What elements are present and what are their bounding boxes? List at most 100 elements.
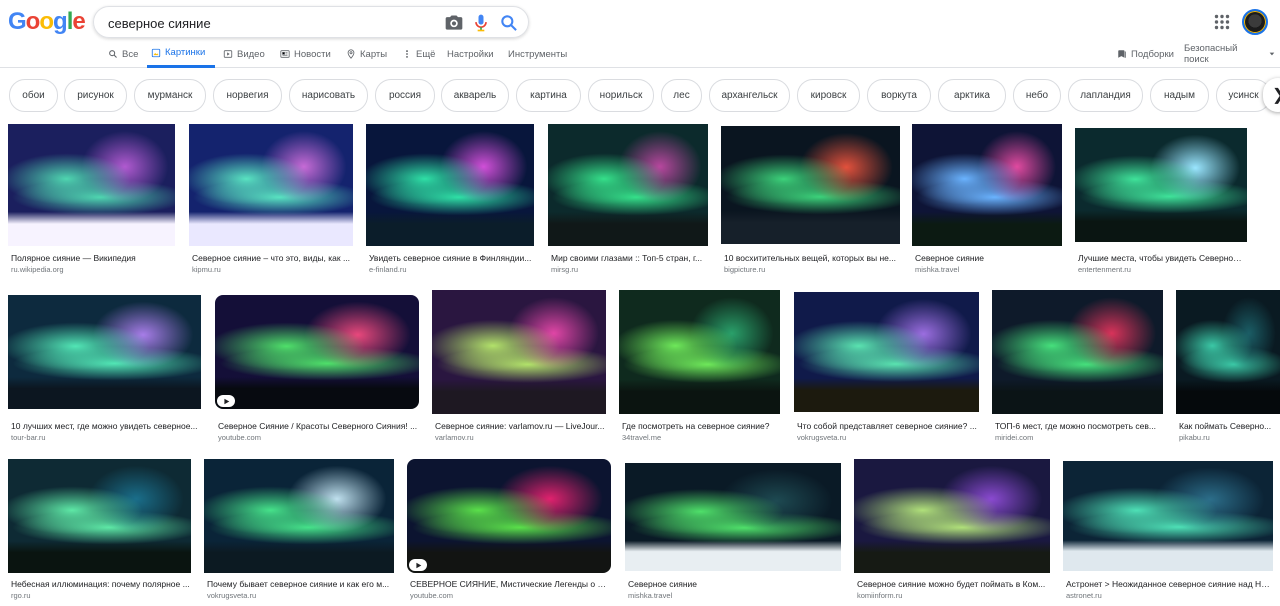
result-source: vokrugsveta.ru	[207, 591, 257, 600]
aurora-thumbnail[interactable]	[912, 124, 1062, 246]
result-title[interactable]: Увидеть северное сияние в Финляндии...	[369, 253, 533, 263]
result-title[interactable]: Небесная иллюминация: почему полярное ..…	[11, 579, 190, 589]
result-title[interactable]: 10 восхитительных вещей, которых вы не..…	[724, 253, 899, 263]
chip-6[interactable]: акварель	[441, 79, 509, 112]
result-title[interactable]: Где посмотреть на северное сияние?	[622, 421, 779, 431]
result-title[interactable]: Северное сияние	[628, 579, 840, 589]
result-title[interactable]: Как поймать Северно...	[1179, 421, 1279, 431]
camera-icon[interactable]	[444, 13, 464, 33]
microphone-icon[interactable]	[471, 13, 491, 33]
result-source: mishka.travel	[915, 265, 960, 274]
result-title[interactable]: Астронет > Неожиданное северное сияние н…	[1066, 579, 1272, 589]
play-icon	[217, 395, 235, 407]
aurora-thumbnail[interactable]	[1075, 128, 1247, 242]
aurora-thumbnail[interactable]	[189, 124, 353, 246]
chip-2[interactable]: мурманск	[134, 79, 206, 112]
tab-tools[interactable]: Инструменты	[504, 40, 571, 68]
tab-maps[interactable]: Карты	[342, 40, 391, 68]
search-tabs: Все Картинки Видео Новости Карты Ещё Нас…	[0, 40, 1280, 68]
search-box	[93, 6, 529, 38]
result-title[interactable]: Мир своими глазами :: Топ-5 стран, г...	[551, 253, 707, 263]
aurora-thumbnail[interactable]	[619, 290, 780, 414]
header: Google Все Картинки Видео Новости Карты	[0, 0, 1280, 68]
chip-14[interactable]: небо	[1013, 79, 1061, 112]
tab-more[interactable]: Ещё	[398, 40, 439, 68]
result-source: e-finland.ru	[369, 265, 407, 274]
result-source: vokrugsveta.ru	[797, 433, 847, 442]
chip-16[interactable]: надым	[1150, 79, 1209, 112]
aurora-thumbnail[interactable]	[8, 124, 175, 246]
aurora-thumbnail[interactable]	[1176, 290, 1280, 414]
chip-8[interactable]: норильск	[588, 79, 654, 112]
play-triangle-icon	[415, 562, 421, 568]
chip-3[interactable]: норвегия	[213, 79, 282, 112]
news-icon	[280, 50, 290, 58]
chip-13[interactable]: арктика	[938, 79, 1006, 112]
chip-5[interactable]: россия	[375, 79, 435, 112]
result-source: 34travel.me	[622, 433, 662, 442]
safesearch-dropdown[interactable]: Безопасный поиск	[1180, 40, 1280, 68]
search-icon[interactable]	[499, 13, 519, 33]
chip-1[interactable]: рисунок	[64, 79, 127, 112]
aurora-thumbnail[interactable]	[407, 459, 611, 573]
result-title[interactable]: Северное сияние: varlamov.ru — LiveJour.…	[435, 421, 605, 431]
tab-video[interactable]: Видео	[219, 40, 269, 68]
aurora-thumbnail[interactable]	[854, 459, 1050, 573]
result-source: mishka.travel	[628, 591, 673, 600]
aurora-thumbnail[interactable]	[8, 295, 201, 409]
aurora-thumbnail[interactable]	[432, 290, 606, 414]
aurora-thumbnail[interactable]	[1063, 461, 1273, 571]
account-avatar[interactable]	[1242, 9, 1268, 35]
chip-12[interactable]: воркута	[867, 79, 931, 112]
result-source: ru.wikipedia.org	[11, 265, 64, 274]
result-title[interactable]: Почему бывает северное сияние и как его …	[207, 579, 393, 589]
result-title[interactable]: Северное Сияние / Красоты Северного Сиян…	[218, 421, 418, 431]
aurora-thumbnail[interactable]	[625, 463, 841, 571]
play-icon	[409, 559, 427, 571]
aurora-thumbnail[interactable]	[992, 290, 1163, 414]
chip-4[interactable]: нарисовать	[289, 79, 368, 112]
tab-news[interactable]: Новости	[276, 40, 335, 68]
result-source: pikabu.ru	[1179, 433, 1210, 442]
result-title[interactable]: 10 лучших мест, где можно увидеть северн…	[11, 421, 200, 431]
result-title[interactable]: Что собой представляет северное сияние? …	[797, 421, 978, 431]
aurora-thumbnail[interactable]	[794, 292, 979, 412]
result-source: youtube.com	[218, 433, 261, 442]
chip-10[interactable]: архангельск	[709, 79, 790, 112]
result-title[interactable]: СЕВЕРНОЕ СИЯНИЕ, Мистические Легенды о С…	[410, 579, 610, 589]
result-source: bigpicture.ru	[724, 265, 766, 274]
chip-11[interactable]: кировск	[797, 79, 860, 112]
aurora-thumbnail[interactable]	[721, 126, 900, 244]
result-source: varlamov.ru	[435, 433, 474, 442]
more-vert-icon	[406, 50, 408, 58]
collections-link[interactable]: Подборки	[1113, 40, 1178, 68]
result-source: miridei.com	[995, 433, 1034, 442]
aurora-thumbnail[interactable]	[366, 124, 534, 246]
tab-all[interactable]: Все	[104, 40, 142, 68]
result-source: kipmu.ru	[192, 265, 221, 274]
tab-images[interactable]: Картинки	[147, 40, 215, 68]
result-title[interactable]: Полярное сияние — Википедия	[11, 253, 174, 263]
result-title[interactable]: ТОП-6 мест, где можно посмотреть сев...	[995, 421, 1162, 431]
bookmark-icon	[1118, 50, 1126, 58]
chip-0[interactable]: обои	[9, 79, 58, 112]
aurora-thumbnail[interactable]	[215, 295, 419, 409]
result-source: mirsg.ru	[551, 265, 579, 274]
chip-7[interactable]: картина	[516, 79, 581, 112]
result-title[interactable]: Лучшие места, чтобы увидеть Северное Сия…	[1078, 253, 1246, 263]
result-source: youtube.com	[410, 591, 453, 600]
aurora-thumbnail[interactable]	[8, 459, 191, 573]
aurora-thumbnail[interactable]	[548, 124, 708, 246]
result-title[interactable]: Северное сияние	[915, 253, 1061, 263]
apps-grid-icon[interactable]	[1214, 14, 1230, 30]
result-title[interactable]: Северное сияние можно будет поймать в Ко…	[857, 579, 1049, 589]
chip-9[interactable]: лес	[661, 79, 702, 112]
google-logo[interactable]: Google	[8, 10, 86, 34]
chip-15[interactable]: лапландия	[1068, 79, 1143, 112]
aurora-thumbnail[interactable]	[204, 459, 394, 573]
result-source: entertenment.ru	[1078, 265, 1131, 274]
tab-settings[interactable]: Настройки	[443, 40, 498, 68]
image-icon	[151, 48, 161, 57]
result-title[interactable]: Северное сияние – что это, виды, как ...	[192, 253, 352, 263]
search-input[interactable]	[108, 13, 428, 33]
